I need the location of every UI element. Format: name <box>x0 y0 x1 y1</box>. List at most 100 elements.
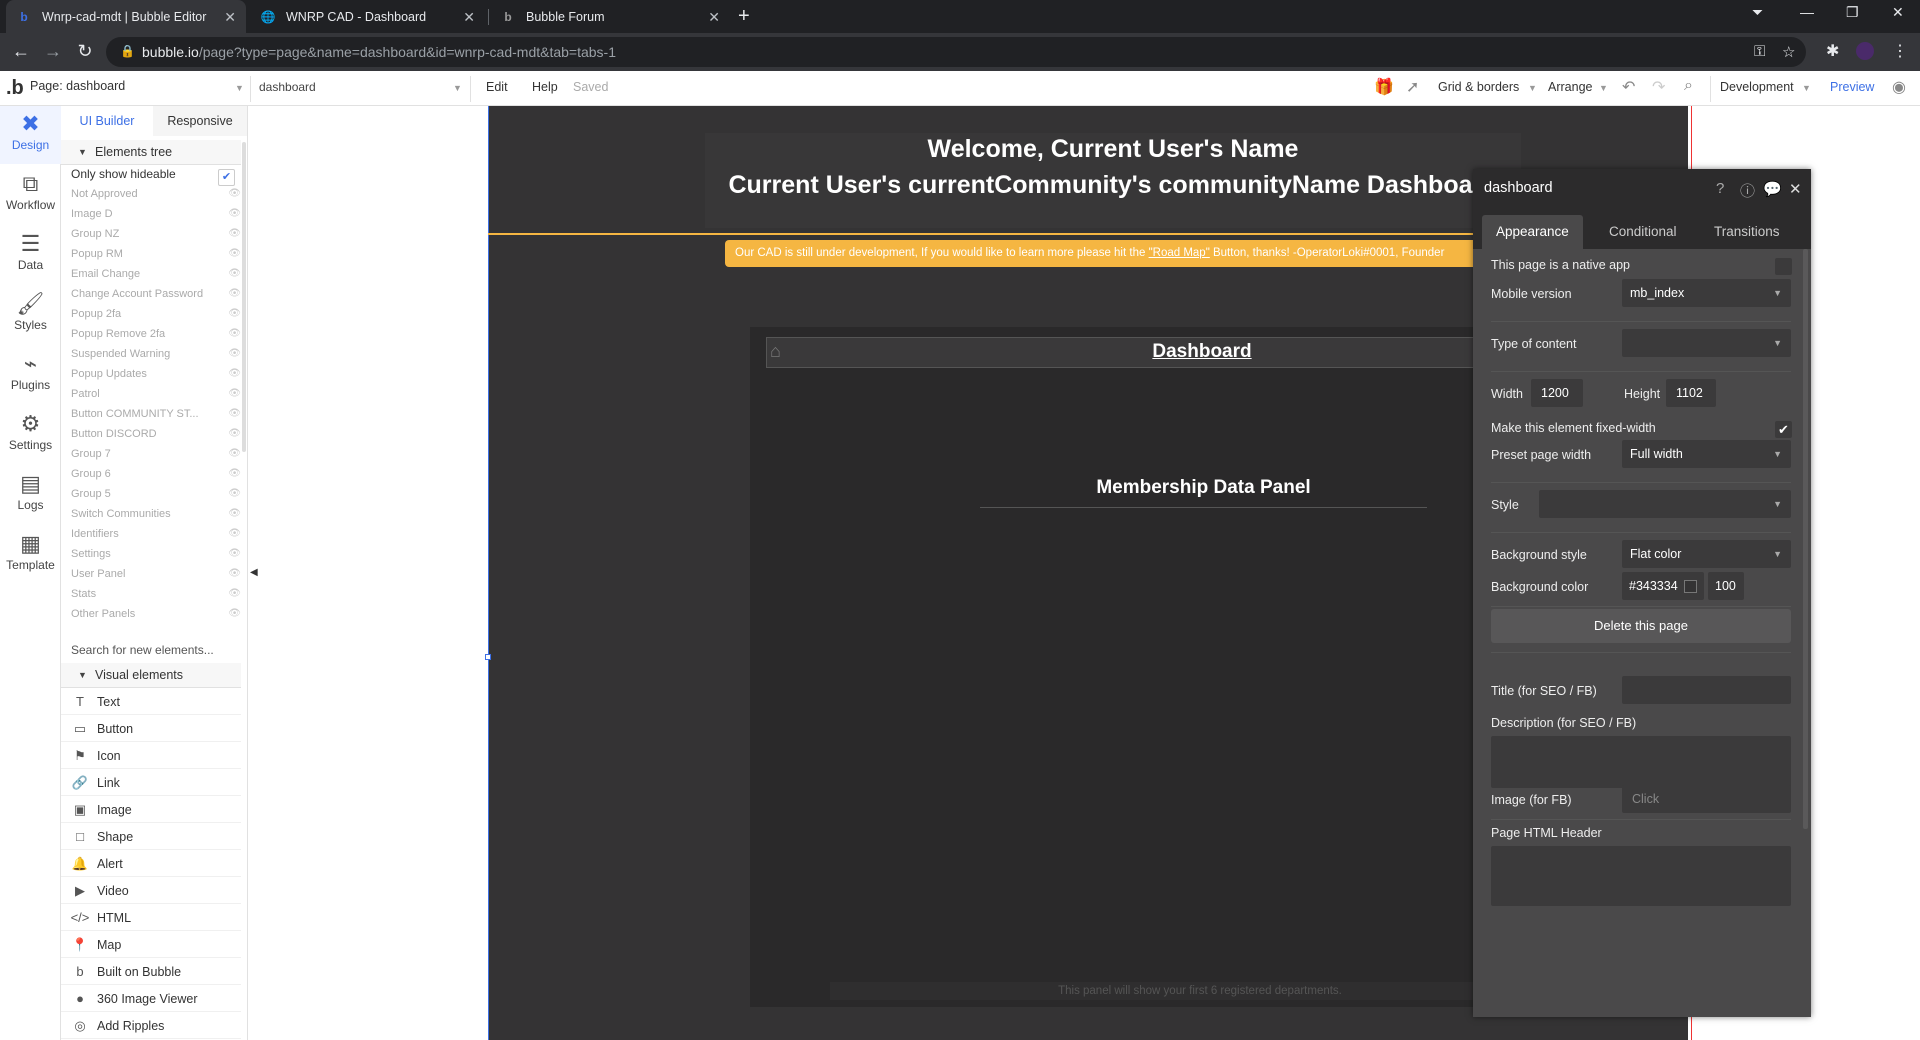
eye-icon[interactable]: 👁 <box>228 288 241 299</box>
mobile-version-dropdown[interactable]: mb_index ▼ <box>1622 279 1791 307</box>
comment-icon[interactable]: 💬 <box>1763 180 1782 198</box>
html-header-input[interactable] <box>1491 846 1791 906</box>
tree-item[interactable]: Popup 2fa 👁 <box>71 308 241 328</box>
bg-style-dropdown[interactable]: Flat color ▼ <box>1622 540 1791 568</box>
bg-opacity-input[interactable]: 100 <box>1708 572 1744 600</box>
browser-tab-dashboard[interactable]: 🌐 WNRP CAD - Dashboard ✕ <box>250 0 485 33</box>
eye-icon[interactable]: 👁 <box>228 508 241 519</box>
eye-icon[interactable]: 👁 <box>228 568 241 579</box>
preview-link[interactable]: Preview <box>1830 80 1874 94</box>
eye-icon[interactable]: 👁 <box>228 348 241 359</box>
eye-icon[interactable]: 👁 <box>228 608 241 619</box>
browser-tab-forum[interactable]: b Bubble Forum ✕ <box>490 0 730 33</box>
panel-footnote[interactable]: This panel will show your first 6 regist… <box>830 982 1570 1000</box>
browser-tab-bubble-editor[interactable]: b Wnrp-cad-mdt | Bubble Editor ✕ <box>6 0 246 33</box>
eye-icon[interactable]: 👁 <box>228 388 241 399</box>
home-icon[interactable]: ⌂ <box>770 341 781 362</box>
nav-design[interactable]: ✖ Design <box>0 106 61 164</box>
window-close-icon[interactable]: ✕ <box>1892 4 1904 21</box>
tree-item[interactable]: Group NZ 👁 <box>71 228 241 248</box>
close-icon[interactable]: ✕ <box>1789 180 1802 198</box>
nav-data[interactable]: ☰ Data <box>0 226 61 284</box>
tree-item[interactable]: Not Approved 👁 <box>71 188 241 208</box>
tree-item[interactable]: Suspended Warning 👁 <box>71 348 241 368</box>
tree-scrollbar[interactable] <box>242 142 246 452</box>
tree-item[interactable]: Other Panels 👁 <box>71 608 241 628</box>
eye-icon[interactable]: 👁 <box>228 188 241 199</box>
eye-icon[interactable]: 👁 <box>228 528 241 539</box>
nav-plugins[interactable]: ⌁ Plugins <box>0 346 61 404</box>
tree-item[interactable]: Settings 👁 <box>71 548 241 568</box>
reload-icon[interactable]: ↻ <box>74 41 96 62</box>
road-map-link[interactable]: "Road Map" <box>1149 247 1210 259</box>
new-tab-icon[interactable]: + <box>738 5 750 28</box>
visual-element-item[interactable]: ▶ Video <box>61 877 241 904</box>
resize-handle[interactable] <box>485 654 491 660</box>
height-input[interactable]: 1102 <box>1666 379 1716 407</box>
extensions-icon[interactable]: ✱ <box>1826 41 1839 61</box>
tab-conditional[interactable]: Conditional <box>1595 215 1691 249</box>
eye-icon[interactable]: 👁 <box>228 328 241 339</box>
nav-logs[interactable]: ▤ Logs <box>0 466 61 524</box>
visual-element-item[interactable]: </> HTML <box>61 904 241 931</box>
url-field[interactable]: 🔒 bubble.io/page?type=page&name=dashboar… <box>106 37 1806 67</box>
star-icon[interactable]: ☆ <box>1782 43 1795 61</box>
visual-element-item[interactable]: 📍 Map <box>61 931 241 958</box>
type-of-content-dropdown[interactable]: ▼ <box>1622 329 1791 357</box>
chevron-down-icon[interactable]: ▼ <box>453 83 462 93</box>
tree-item[interactable]: Popup Remove 2fa 👁 <box>71 328 241 348</box>
nav-settings[interactable]: ⚙ Settings <box>0 406 61 464</box>
tab-appearance[interactable]: Appearance <box>1482 215 1583 249</box>
eye-icon[interactable]: 👁 <box>228 468 241 479</box>
color-swatch[interactable] <box>1684 580 1697 593</box>
nav-template[interactable]: ▦ Template <box>0 526 61 584</box>
close-icon[interactable]: ✕ <box>463 9 475 26</box>
collapse-panel-icon[interactable]: ◀ <box>250 567 258 578</box>
help-menu[interactable]: Help <box>532 80 558 94</box>
tree-item[interactable]: Button DISCORD 👁 <box>71 428 241 448</box>
tab-ui-builder[interactable]: UI Builder <box>61 106 153 136</box>
tree-item[interactable]: User Panel 👁 <box>71 568 241 588</box>
elements-tree-header[interactable]: ▼ Elements tree <box>61 140 241 165</box>
image-fb-picker[interactable]: Click <box>1622 785 1791 813</box>
visual-element-item[interactable]: 🔗 Link <box>61 769 241 796</box>
welcome-text[interactable]: Welcome, Current User's Name <box>705 135 1521 164</box>
dashboard-panel[interactable] <box>750 327 1530 1007</box>
gift-icon[interactable]: 🎁 <box>1374 77 1394 97</box>
visual-elements-header[interactable]: ▼ Visual elements <box>61 663 241 688</box>
style-dropdown[interactable]: ▼ <box>1539 490 1791 518</box>
property-scrollbar[interactable] <box>1803 249 1808 829</box>
eye-icon[interactable]: 👁 <box>228 308 241 319</box>
eye-icon[interactable]: 👁 <box>228 248 241 259</box>
tree-item[interactable]: Group 6 👁 <box>71 468 241 488</box>
visual-element-item[interactable]: ⚑ Icon <box>61 742 241 769</box>
native-app-checkbox[interactable] <box>1775 258 1792 275</box>
account-icon[interactable]: ◉ <box>1892 77 1906 97</box>
eye-icon[interactable]: 👁 <box>228 448 241 459</box>
eye-icon[interactable]: 👁 <box>228 488 241 499</box>
nav-styles[interactable]: 🖌 Styles <box>0 286 61 344</box>
tree-item[interactable]: Button COMMUNITY ST... 👁 <box>71 408 241 428</box>
eye-icon[interactable]: 👁 <box>228 408 241 419</box>
redo-icon[interactable]: ↷ <box>1652 77 1665 97</box>
tree-item[interactable]: Group 7 👁 <box>71 448 241 468</box>
visual-element-item[interactable]: b Built on Bubble <box>61 958 241 985</box>
tree-item[interactable]: Popup RM 👁 <box>71 248 241 268</box>
close-icon[interactable]: ✕ <box>224 9 236 26</box>
preset-width-dropdown[interactable]: Full width ▼ <box>1622 440 1791 468</box>
arrange-menu[interactable]: Arrange <box>1548 80 1592 94</box>
edit-menu[interactable]: Edit <box>486 80 508 94</box>
visual-element-item[interactable]: ● 360 Image Viewer <box>61 985 241 1012</box>
help-icon[interactable]: ? <box>1716 180 1724 197</box>
visual-element-item[interactable]: 🔔 Alert <box>61 850 241 877</box>
community-title-text[interactable]: Current User's currentCommunity's commun… <box>705 171 1521 200</box>
maximize-icon[interactable]: ❐ <box>1846 4 1859 21</box>
key-icon[interactable]: ⚿ <box>1754 43 1765 60</box>
eye-icon[interactable]: 👁 <box>228 268 241 279</box>
tree-item[interactable]: Image D 👁 <box>71 208 241 228</box>
development-banner[interactable]: Our CAD is still under development, If y… <box>725 240 1485 267</box>
eye-icon[interactable]: 👁 <box>228 548 241 559</box>
tree-item[interactable]: Identifiers 👁 <box>71 528 241 548</box>
undo-icon[interactable]: ↶ <box>1622 77 1635 97</box>
tab-responsive[interactable]: Responsive <box>153 106 247 136</box>
